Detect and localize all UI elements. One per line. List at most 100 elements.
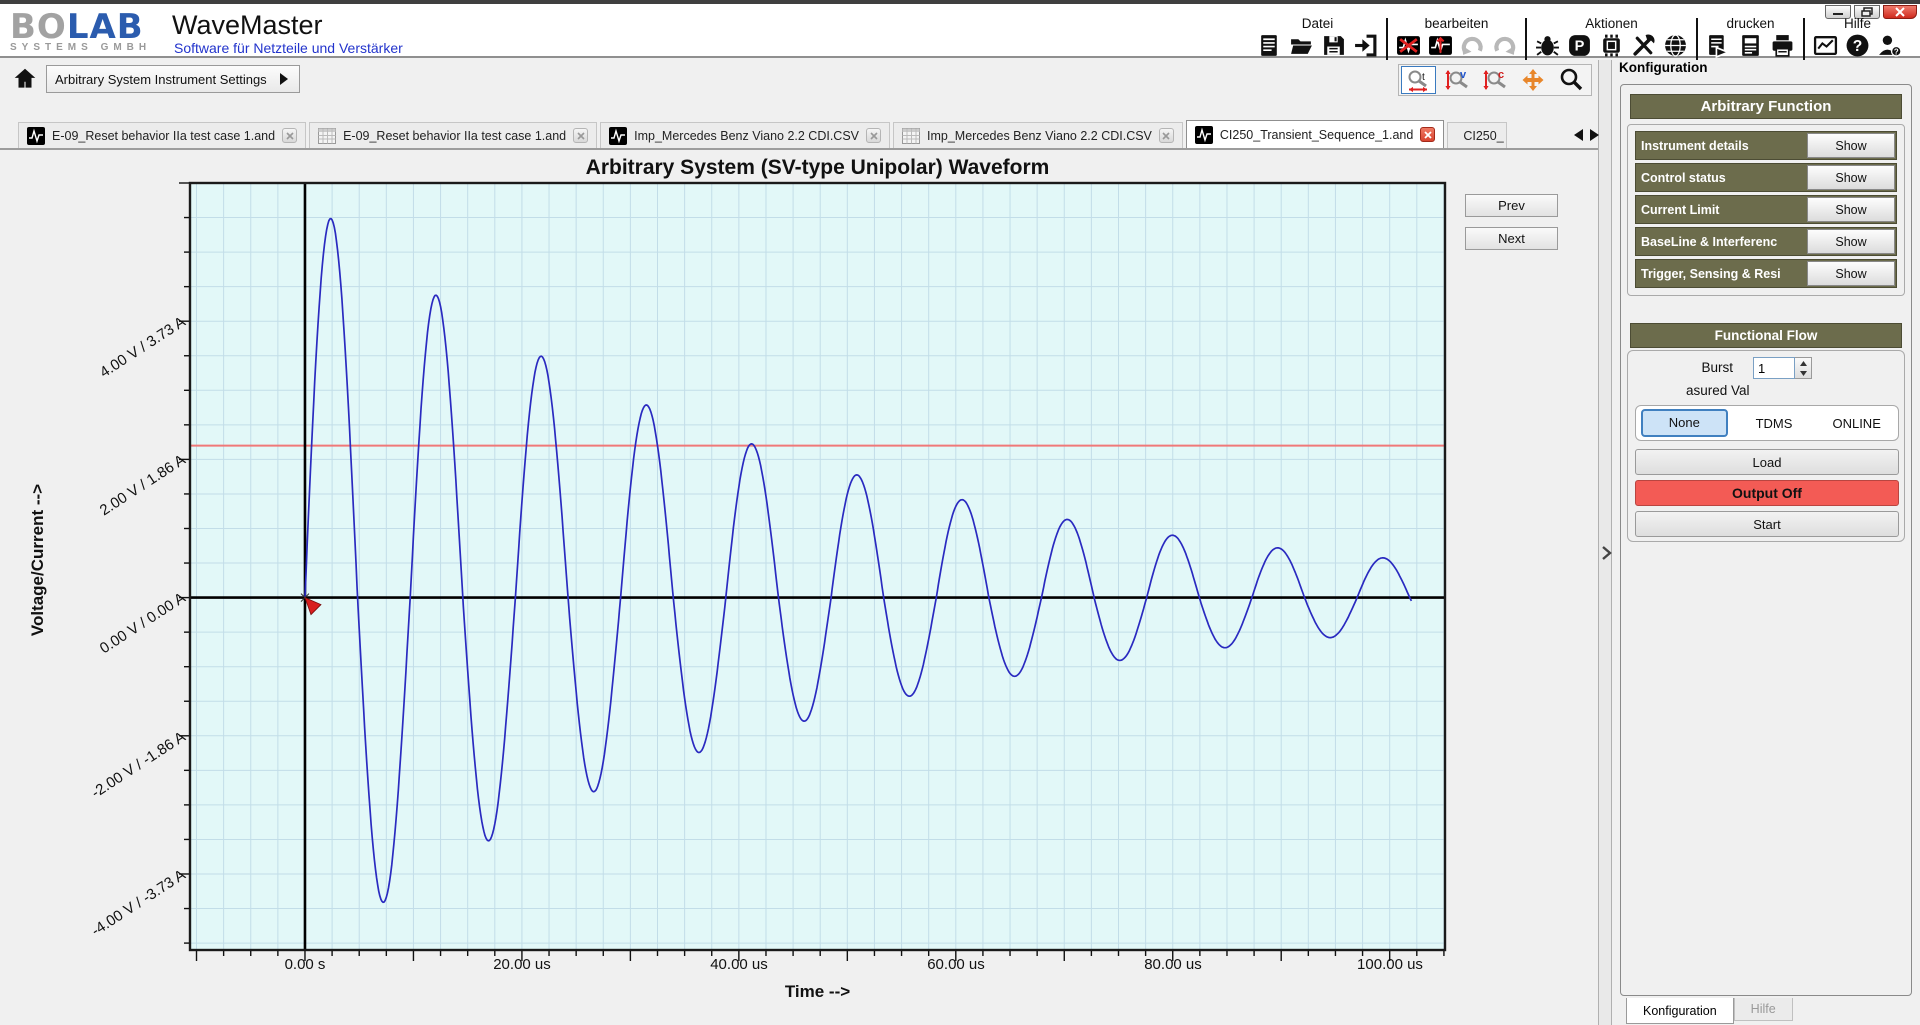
tab-scroll-left-icon[interactable] [1572,128,1584,142]
burst-decrement-button[interactable] [1795,368,1811,378]
group-label: Hilfe [1844,16,1871,31]
question-icon[interactable]: ? [1845,33,1870,58]
waveform-plot[interactable] [158,175,1458,975]
report-icon[interactable] [1738,33,1763,58]
svg-text:?: ? [1894,47,1899,56]
tab-close-button[interactable] [573,128,588,143]
printer-icon[interactable] [1770,33,1795,58]
logo-lab: LAB [67,7,144,47]
group-label: bearbeiten [1425,16,1489,31]
prev-button[interactable]: Prev [1465,194,1558,217]
new-document-icon[interactable] [1257,33,1282,58]
next-button[interactable]: Next [1465,227,1558,250]
panel-bottom-tabs: Konfiguration Hilfe [1626,998,1793,1024]
chevron-right-icon [277,71,291,87]
bottom-tab-konfiguration[interactable]: Konfiguration [1626,998,1734,1024]
key-icon[interactable]: P [1567,33,1592,58]
toolbar-group-datei: Datei [1249,16,1386,58]
x-tick-label: 80.00 us [1128,956,1218,973]
tab-close-button[interactable] [1420,127,1435,142]
breadcrumb[interactable]: Arbitrary System Instrument Settings [46,65,300,93]
open-folder-icon[interactable] [1289,33,1314,58]
show-control-status-button[interactable]: Show [1807,165,1895,190]
svg-text:?: ? [1853,38,1863,55]
app-subtitle: Software für Netzteile und Verstärker [174,40,403,56]
expand-panel-icon[interactable] [1600,545,1612,561]
burst-spinner [1753,357,1813,379]
tab-document[interactable]: E-09_Reset behavior IIa test case 1.and [18,122,306,148]
panel-splitter[interactable] [1598,60,1612,1025]
redo-icon[interactable] [1492,33,1517,58]
tab-document-clipped[interactable]: CI250_ [1447,122,1507,148]
home-icon[interactable] [12,66,38,92]
import-icon[interactable] [1353,33,1378,58]
toolbar-group-aktionen: Aktionen P [1527,16,1696,58]
tab-scroll-right-icon[interactable] [1589,128,1601,142]
group-label: Datei [1302,16,1334,31]
spin-up-icon [1800,361,1807,366]
load-button[interactable]: Load [1635,449,1899,475]
show-instrument-details-button[interactable]: Show [1807,133,1895,158]
tab-document[interactable]: Imp_Mercedes Benz Viano 2.2 CDI.CSV [893,122,1183,148]
settings-rows-box: Instrument details Show Control status S… [1627,124,1905,296]
close-icon [1424,131,1432,139]
support-user-icon[interactable]: ? [1877,33,1902,58]
measured-val-label: asured Val [1686,383,1750,398]
zoom-voltage-button[interactable]: v [1439,66,1474,94]
show-current-limit-button[interactable]: Show [1807,197,1895,222]
setting-label: Trigger, Sensing & Resi [1636,267,1807,281]
bolab-logo: BOLAB SYSTEMS GMBH [10,12,151,53]
tab-close-button[interactable] [866,128,881,143]
close-icon [1162,132,1170,140]
x-tick-label: 0.00 s [260,956,350,973]
tab-document[interactable]: Imp_Mercedes Benz Viano 2.2 CDI.CSV [600,122,890,148]
save-icon[interactable] [1321,33,1346,58]
start-button[interactable]: Start [1635,511,1899,537]
setting-row: BaseLine & Interferenc Show [1635,227,1897,256]
undo-icon[interactable] [1460,33,1485,58]
table-file-icon [902,128,920,144]
burst-input[interactable] [1753,357,1795,379]
setting-row: Trigger, Sensing & Resi Show [1635,259,1897,288]
section-header: Arbitrary Function [1630,94,1902,119]
tab-document[interactable]: E-09_Reset behavior IIa test case 1.and [309,122,597,148]
panel-title: Konfiguration [1616,60,1710,75]
group-label: Aktionen [1585,16,1638,31]
globe-icon[interactable] [1663,33,1688,58]
output-off-button[interactable]: Output Off [1635,480,1899,506]
zoom-voltage-icon: v [1444,67,1470,93]
burst-increment-button[interactable] [1795,358,1811,368]
svg-text:c: c [1498,69,1504,81]
waveform-file-icon [609,127,627,145]
chart-window-icon[interactable] [1813,33,1838,58]
chip-icon[interactable] [1599,33,1624,58]
waveform-delete-icon[interactable] [1396,33,1421,58]
pan-button[interactable] [1516,66,1551,94]
close-icon [286,132,294,140]
zoom-time-button[interactable]: t [1401,66,1436,94]
tools-icon[interactable] [1631,33,1656,58]
waveform-file-icon [27,127,45,145]
bug-icon[interactable] [1535,33,1560,58]
magnifier-icon [1558,67,1584,93]
show-trigger-sensing-button[interactable]: Show [1807,261,1895,286]
mode-none[interactable]: None [1641,409,1728,437]
tab-document-active[interactable]: CI250_Transient_Sequence_1.and [1186,120,1444,150]
mode-tdms[interactable]: TDMS [1733,416,1816,431]
waveform-file-icon [1195,126,1213,144]
mode-online[interactable]: ONLINE [1815,416,1898,431]
tab-close-button[interactable] [1159,128,1174,143]
setting-label: Current Limit [1636,203,1807,217]
export-page-icon[interactable] [1706,33,1731,58]
x-tick-label: 60.00 us [911,956,1001,973]
magnifier-button[interactable] [1554,66,1589,94]
tab-close-button[interactable] [282,128,297,143]
svg-text:v: v [1460,69,1467,81]
tab-label: CI250_Transient_Sequence_1.and [1220,128,1413,142]
spin-down-icon [1800,371,1807,376]
zoom-current-button[interactable]: c [1477,66,1512,94]
waveform-edit-icon[interactable] [1428,33,1453,58]
bottom-tab-hilfe[interactable]: Hilfe [1734,998,1793,1021]
show-baseline-interference-button[interactable]: Show [1807,229,1895,254]
close-icon [577,132,585,140]
